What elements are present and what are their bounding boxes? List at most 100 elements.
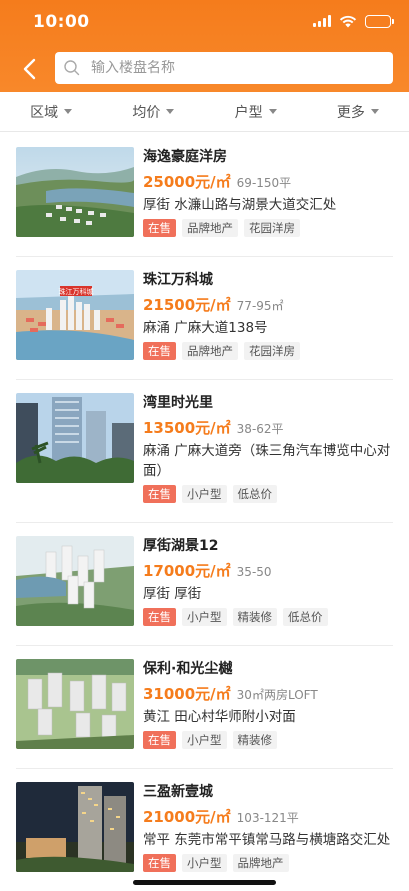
listing-card[interactable]: 湾里时光里 13500元/㎡ 38-62平 麻涌 广麻大道旁（珠三角汽车博览中心… (0, 379, 409, 522)
status-badge: 在售 (143, 608, 176, 626)
back-button[interactable] (14, 54, 44, 84)
app-screen: 10:00 输入楼盘名称 区域 均价 户型 更多 海逸豪庭洋房 25000元/㎡… (0, 0, 409, 891)
listing-area: 38-62平 (236, 422, 284, 436)
tag-list: 在售 品牌地产 花园洋房 (143, 342, 395, 360)
filter-label: 更多 (336, 104, 365, 121)
listing-photo (16, 536, 134, 626)
listing-info: 保利·和光尘樾 31000元/㎡ 30㎡两房LOFT 黄江 田心村华师附小对面 … (143, 659, 395, 749)
listing-area: 30㎡两房LOFT (236, 688, 318, 702)
status-badge: 在售 (143, 731, 176, 749)
search-box[interactable] (55, 52, 393, 84)
filter-label: 户型 (234, 104, 263, 121)
listing-address: 麻涌 广麻大道旁（珠三角汽车博览中心对面） (143, 443, 391, 479)
listing-card[interactable]: 厚街湖景12 17000元/㎡ 35-50 厚街 厚街 在售 小户型 精装修 低… (0, 522, 409, 645)
status-icons (313, 14, 394, 28)
listing-name: 湾里时光里 (143, 395, 213, 411)
chevron-down-icon (370, 109, 379, 114)
tag-list: 在售 小户型 低总价 (143, 485, 395, 503)
listing-card[interactable]: 三盈新壹城 21000元/㎡ 103-121平 常平 东莞市常平镇常马路与横塘路… (0, 768, 409, 891)
signal-icon (313, 15, 331, 27)
filter-avg-price[interactable]: 均价 (102, 92, 204, 131)
header: 10:00 (0, 0, 409, 92)
feature-tag: 精装修 (232, 731, 277, 749)
filter-bar: 区域 均价 户型 更多 (0, 92, 409, 132)
price-row: 25000元/㎡ 69-150平 (143, 171, 395, 191)
listing-photo (16, 147, 134, 237)
listing-address: 厚街 水濂山路与湖景大道交汇处 (143, 197, 337, 213)
listing-price: 17000元/㎡ (143, 562, 231, 580)
listing-info: 海逸豪庭洋房 25000元/㎡ 69-150平 厚街 水濂山路与湖景大道交汇处 … (143, 147, 395, 237)
filter-region[interactable]: 区域 (0, 92, 102, 131)
listing-info: 三盈新壹城 21000元/㎡ 103-121平 常平 东莞市常平镇常马路与横塘路… (143, 782, 395, 872)
listing-photo (16, 659, 134, 749)
tag-list: 在售 品牌地产 花园洋房 (143, 219, 395, 237)
listing-photo (16, 782, 134, 872)
status-badge: 在售 (143, 854, 176, 872)
listing-info: 珠江万科城 21500元/㎡ 77-95㎡ 麻涌 广麻大道138号 在售 品牌地… (143, 270, 395, 360)
listing-name: 珠江万科城 (143, 272, 213, 288)
listing-address: 麻涌 广麻大道138号 (143, 320, 268, 336)
listing-info: 湾里时光里 13500元/㎡ 38-62平 麻涌 广麻大道旁（珠三角汽车博览中心… (143, 393, 395, 503)
listing-area: 103-121平 (236, 811, 299, 825)
status-badge: 在售 (143, 219, 176, 237)
listing-photo: 珠江万科城 (16, 270, 134, 360)
filter-more[interactable]: 更多 (307, 92, 409, 131)
listing-price: 31000元/㎡ (143, 685, 231, 703)
listing-name: 保利·和光尘樾 (143, 661, 233, 677)
listing-list: 海逸豪庭洋房 25000元/㎡ 69-150平 厚街 水濂山路与湖景大道交汇处 … (0, 133, 409, 891)
listing-name: 海逸豪庭洋房 (143, 149, 227, 165)
listing-address: 常平 东莞市常平镇常马路与横塘路交汇处 (143, 832, 391, 848)
chevron-down-icon (268, 109, 277, 114)
listing-card[interactable]: 海逸豪庭洋房 25000元/㎡ 69-150平 厚街 水濂山路与湖景大道交汇处 … (0, 133, 409, 256)
status-badge: 在售 (143, 342, 176, 360)
listing-card[interactable]: 保利·和光尘樾 31000元/㎡ 30㎡两房LOFT 黄江 田心村华师附小对面 … (0, 645, 409, 768)
listing-price: 21000元/㎡ (143, 808, 231, 826)
home-indicator (133, 880, 276, 885)
tag-list: 在售 小户型 精装修 低总价 (143, 608, 395, 626)
listing-address: 黄江 田心村华师附小对面 (143, 709, 296, 725)
status-bar: 10:00 (0, 0, 409, 44)
listing-name: 厚街湖景12 (143, 538, 219, 554)
filter-label: 区域 (30, 104, 59, 121)
feature-tag: 小户型 (182, 608, 227, 626)
price-row: 21500元/㎡ 77-95㎡ (143, 294, 395, 314)
feature-tag: 品牌地产 (232, 854, 289, 872)
feature-tag: 精装修 (232, 608, 277, 626)
feature-tag: 小户型 (182, 485, 227, 503)
listing-price: 13500元/㎡ (143, 419, 231, 437)
price-row: 21000元/㎡ 103-121平 (143, 806, 395, 826)
feature-tag: 品牌地产 (182, 342, 238, 360)
tag-list: 在售 小户型 精装修 (143, 731, 395, 749)
feature-tag: 小户型 (182, 854, 227, 872)
search-icon (64, 60, 80, 76)
filter-label: 均价 (132, 104, 161, 121)
filter-layout[interactable]: 户型 (205, 92, 307, 131)
feature-tag: 低总价 (232, 485, 277, 503)
chevron-down-icon (64, 109, 73, 114)
feature-tag: 小户型 (182, 731, 227, 749)
feature-tag: 品牌地产 (182, 219, 238, 237)
listing-card[interactable]: 珠江万科城 珠江万科城 21500元/㎡ 77-95㎡ 麻涌 广麻大道138号 … (0, 256, 409, 379)
chevron-down-icon (166, 109, 175, 114)
photo-label: 珠江万科城 (59, 287, 94, 296)
feature-tag: 低总价 (283, 608, 328, 626)
price-row: 17000元/㎡ 35-50 (143, 560, 395, 580)
listing-area: 69-150平 (236, 176, 292, 190)
feature-tag: 花园洋房 (244, 342, 300, 360)
chevron-left-icon (23, 58, 36, 80)
battery-icon (365, 14, 394, 28)
listing-photo (16, 393, 134, 483)
status-badge: 在售 (143, 485, 176, 503)
listing-address: 厚街 厚街 (143, 586, 202, 602)
price-row: 13500元/㎡ 38-62平 (143, 417, 395, 437)
listing-area: 35-50 (236, 565, 272, 579)
listing-price: 25000元/㎡ (143, 173, 231, 191)
listing-area: 77-95㎡ (236, 299, 284, 313)
search-input[interactable] (91, 60, 381, 76)
feature-tag: 花园洋房 (244, 219, 300, 237)
listing-name: 三盈新壹城 (143, 784, 213, 800)
listing-price: 21500元/㎡ (143, 296, 231, 314)
status-time: 10:00 (33, 12, 90, 32)
price-row: 31000元/㎡ 30㎡两房LOFT (143, 683, 395, 703)
listing-info: 厚街湖景12 17000元/㎡ 35-50 厚街 厚街 在售 小户型 精装修 低… (143, 536, 395, 626)
